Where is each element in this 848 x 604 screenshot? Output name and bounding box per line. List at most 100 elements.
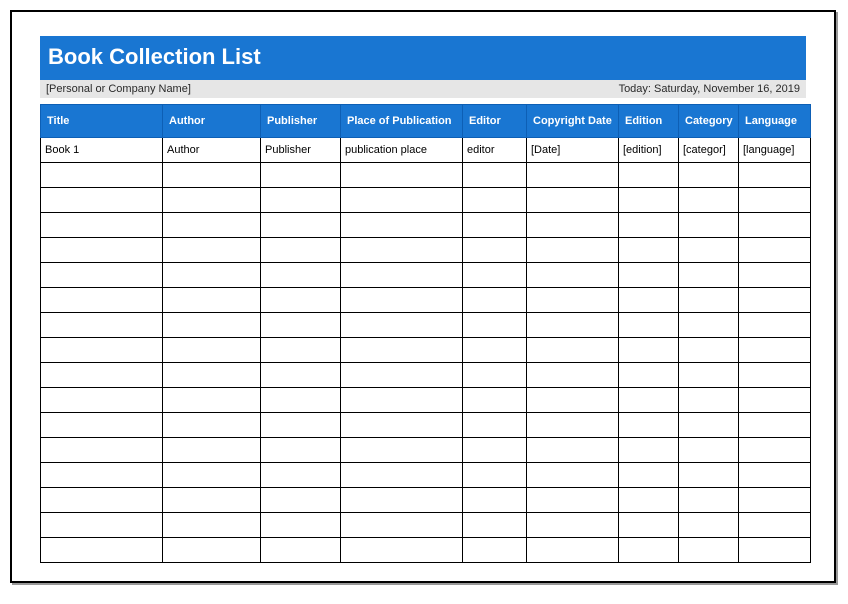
cell-publisher[interactable]: Publisher (261, 138, 341, 163)
cell-edition[interactable] (619, 288, 679, 313)
cell-language[interactable] (739, 538, 811, 563)
cell-author[interactable] (163, 388, 261, 413)
cell-publisher[interactable] (261, 238, 341, 263)
cell-category[interactable] (679, 388, 739, 413)
cell-title[interactable] (41, 288, 163, 313)
cell-edition[interactable] (619, 438, 679, 463)
cell-author[interactable] (163, 363, 261, 388)
cell-author[interactable] (163, 238, 261, 263)
cell-category[interactable] (679, 413, 739, 438)
cell-edition[interactable] (619, 188, 679, 213)
cell-edition[interactable] (619, 488, 679, 513)
cell-author[interactable] (163, 188, 261, 213)
cell-copyright_date[interactable] (527, 188, 619, 213)
cell-copyright_date[interactable]: [Date] (527, 138, 619, 163)
cell-author[interactable] (163, 438, 261, 463)
cell-title[interactable] (41, 163, 163, 188)
cell-language[interactable] (739, 463, 811, 488)
cell-language[interactable] (739, 238, 811, 263)
cell-category[interactable] (679, 438, 739, 463)
cell-place[interactable] (341, 388, 463, 413)
cell-edition[interactable] (619, 163, 679, 188)
cell-editor[interactable]: editor (463, 138, 527, 163)
cell-title[interactable] (41, 363, 163, 388)
cell-category[interactable] (679, 488, 739, 513)
cell-author[interactable] (163, 213, 261, 238)
cell-title[interactable] (41, 338, 163, 363)
cell-copyright_date[interactable] (527, 238, 619, 263)
cell-editor[interactable] (463, 538, 527, 563)
cell-copyright_date[interactable] (527, 363, 619, 388)
cell-editor[interactable] (463, 463, 527, 488)
cell-category[interactable] (679, 163, 739, 188)
cell-place[interactable] (341, 413, 463, 438)
cell-edition[interactable] (619, 538, 679, 563)
cell-editor[interactable] (463, 188, 527, 213)
cell-author[interactable] (163, 513, 261, 538)
cell-copyright_date[interactable] (527, 338, 619, 363)
cell-copyright_date[interactable] (527, 438, 619, 463)
cell-edition[interactable] (619, 388, 679, 413)
cell-category[interactable] (679, 538, 739, 563)
cell-title[interactable] (41, 413, 163, 438)
cell-place[interactable] (341, 213, 463, 238)
cell-editor[interactable] (463, 338, 527, 363)
cell-title[interactable] (41, 538, 163, 563)
cell-publisher[interactable] (261, 188, 341, 213)
cell-category[interactable] (679, 338, 739, 363)
cell-place[interactable] (341, 313, 463, 338)
cell-category[interactable] (679, 263, 739, 288)
cell-language[interactable] (739, 313, 811, 338)
cell-edition[interactable] (619, 263, 679, 288)
cell-copyright_date[interactable] (527, 263, 619, 288)
cell-language[interactable] (739, 338, 811, 363)
cell-publisher[interactable] (261, 363, 341, 388)
cell-title[interactable]: Book 1 (41, 138, 163, 163)
cell-publisher[interactable] (261, 338, 341, 363)
cell-category[interactable] (679, 288, 739, 313)
cell-author[interactable] (163, 288, 261, 313)
cell-editor[interactable] (463, 163, 527, 188)
cell-edition[interactable] (619, 513, 679, 538)
cell-category[interactable] (679, 463, 739, 488)
cell-language[interactable] (739, 438, 811, 463)
cell-place[interactable] (341, 188, 463, 213)
cell-category[interactable] (679, 188, 739, 213)
cell-language[interactable] (739, 188, 811, 213)
cell-copyright_date[interactable] (527, 388, 619, 413)
cell-publisher[interactable] (261, 463, 341, 488)
cell-place[interactable] (341, 538, 463, 563)
cell-publisher[interactable] (261, 538, 341, 563)
cell-language[interactable] (739, 288, 811, 313)
cell-category[interactable] (679, 213, 739, 238)
cell-author[interactable]: Author (163, 138, 261, 163)
cell-edition[interactable] (619, 213, 679, 238)
cell-publisher[interactable] (261, 213, 341, 238)
cell-language[interactable] (739, 413, 811, 438)
cell-copyright_date[interactable] (527, 488, 619, 513)
cell-author[interactable] (163, 413, 261, 438)
cell-language[interactable] (739, 363, 811, 388)
cell-editor[interactable] (463, 388, 527, 413)
cell-editor[interactable] (463, 313, 527, 338)
cell-editor[interactable] (463, 213, 527, 238)
cell-place[interactable] (341, 263, 463, 288)
cell-editor[interactable] (463, 363, 527, 388)
cell-publisher[interactable] (261, 488, 341, 513)
cell-publisher[interactable] (261, 413, 341, 438)
cell-title[interactable] (41, 313, 163, 338)
cell-author[interactable] (163, 263, 261, 288)
cell-editor[interactable] (463, 513, 527, 538)
cell-language[interactable] (739, 213, 811, 238)
cell-language[interactable] (739, 163, 811, 188)
cell-copyright_date[interactable] (527, 213, 619, 238)
cell-edition[interactable] (619, 463, 679, 488)
cell-title[interactable] (41, 263, 163, 288)
cell-category[interactable]: [categor] (679, 138, 739, 163)
cell-category[interactable] (679, 313, 739, 338)
cell-publisher[interactable] (261, 513, 341, 538)
cell-publisher[interactable] (261, 438, 341, 463)
cell-language[interactable] (739, 388, 811, 413)
cell-copyright_date[interactable] (527, 313, 619, 338)
cell-editor[interactable] (463, 263, 527, 288)
